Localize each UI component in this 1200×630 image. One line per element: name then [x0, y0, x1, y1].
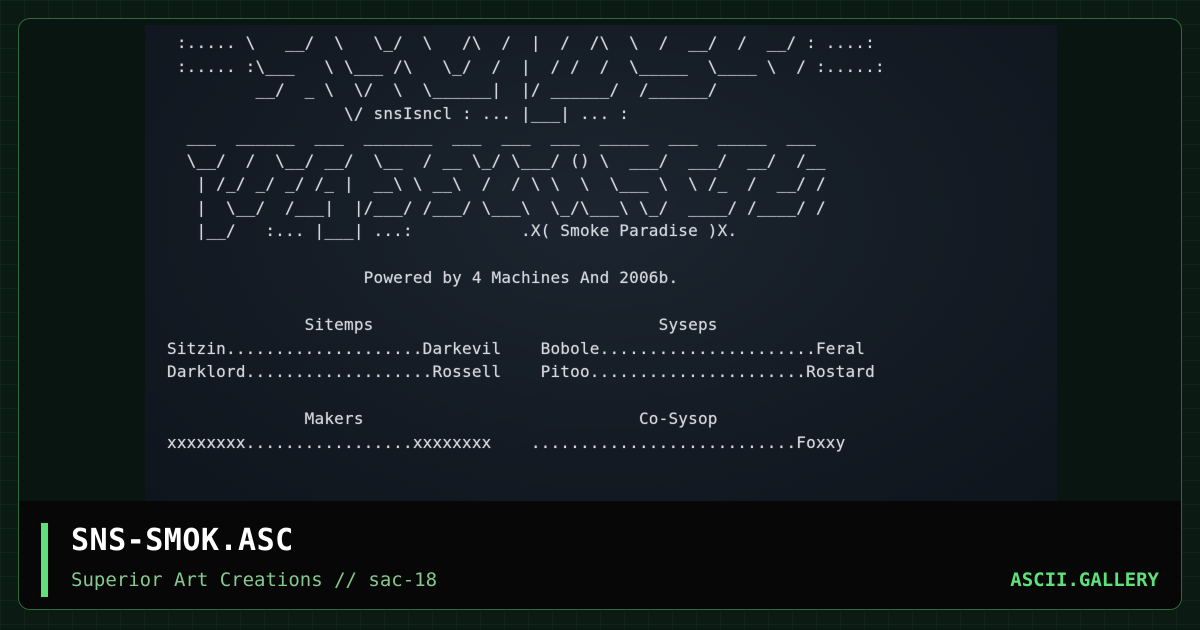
ascii-art-line: | /_/ _/ _/ /_ | __\ \ __\ / / \ \ \ \__…	[167, 174, 826, 193]
accent-bar	[41, 523, 48, 597]
ascii-art-line: Sitzin....................Darkevil Bobol…	[167, 338, 866, 358]
ascii-art-line: :..... :\___ \ \___ /\ \_/ / | / / / \__…	[167, 56, 885, 76]
ascii-art-line: ___ ______ ___ _______ ___ ___ ___ _____…	[167, 127, 816, 146]
ascii-art-line: __/ _ \ \/ \ \______| |/ ______/ /______…	[167, 80, 718, 99]
gallery-card: :..... \ __/ \ \_/ \ /\ / | / /\ \ / __/…	[18, 18, 1182, 610]
ascii-art-line: Powered by 4 Machines And 2006b.	[167, 268, 679, 287]
artwork-preview: :..... \ __/ \ \_/ \ /\ / | / /\ \ / __/…	[145, 25, 1057, 501]
ascii-art-line: Sitemps Syseps	[167, 315, 718, 334]
site-brand[interactable]: ASCII.GALLERY	[1010, 569, 1159, 591]
ascii-art-line: Makers Co-Sysop	[167, 409, 718, 428]
card-footer: SNS-SMOK.ASC Superior Art Creations // s…	[19, 501, 1181, 609]
ascii-art-line: \__/ / \__/ __/ \__ / __ \_/ \___/ () \ …	[167, 150, 826, 170]
ascii-art-line: xxxxxxxx.................xxxxxxxx ......…	[167, 432, 846, 452]
ascii-art-line: |__/ :... |___| ...: .X( Smoke Paradise …	[167, 221, 738, 240]
ascii-art: :..... \ __/ \ \_/ \ /\ / | / /\ \ / __/…	[145, 25, 1057, 454]
ascii-art-line: Darklord...................Rossell Pitoo…	[167, 362, 875, 381]
ascii-art-line: | \__/ /___| |/___/ /___/ \___\ \_/\___\…	[167, 197, 826, 217]
ascii-art-line: \/ snsIsncl : ... |___| ... :	[167, 103, 630, 123]
artwork-subtitle: Superior Art Creations // sac-18	[71, 569, 438, 591]
ascii-art-line: :..... \ __/ \ \_/ \ /\ / | / /\ \ / __/…	[167, 33, 875, 52]
artwork-title: SNS-SMOK.ASC	[71, 523, 294, 558]
